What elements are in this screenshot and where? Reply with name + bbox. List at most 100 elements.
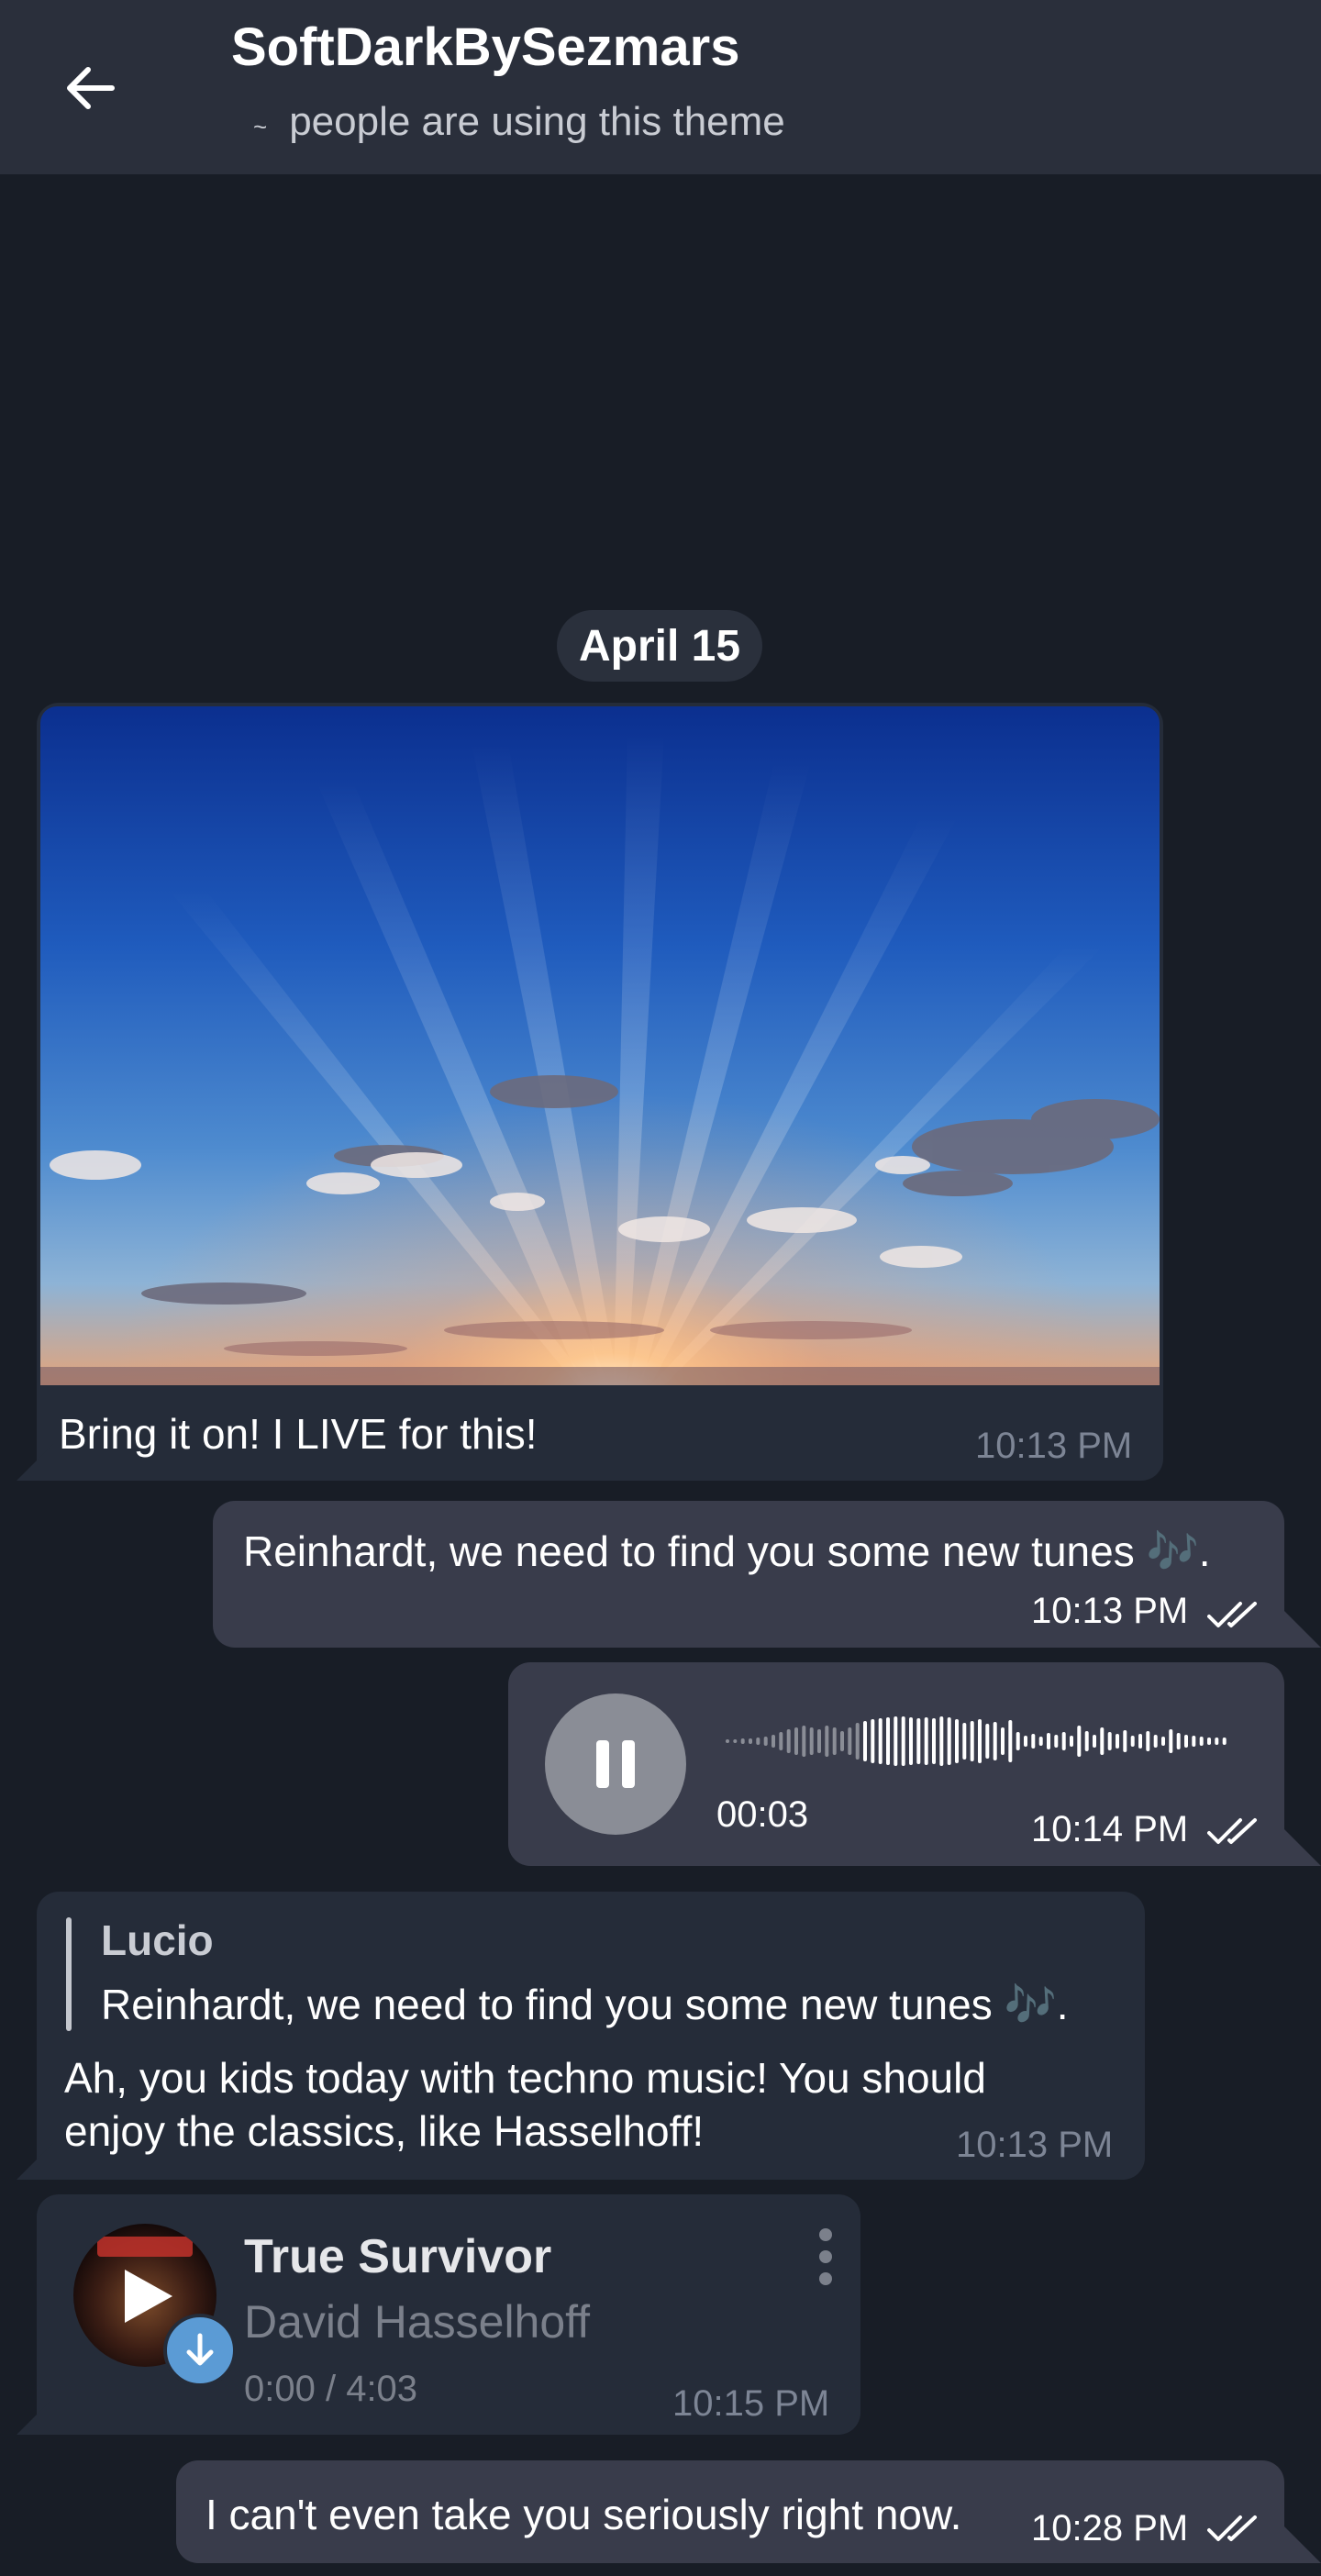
- waveform-bar: [871, 1719, 875, 1763]
- track-title: True Survivor: [244, 2230, 552, 2283]
- waveform-bar: [1016, 1732, 1020, 1750]
- message-text-line2: enjoy the classics, like Hasselhoff!: [64, 2107, 705, 2155]
- waveform-bar: [1084, 1731, 1089, 1751]
- waveform-bar: [840, 1731, 844, 1751]
- message-time: 10:13 PM: [975, 1426, 1133, 1466]
- waveform-bar: [1061, 1732, 1066, 1750]
- waveform-bar: [970, 1721, 974, 1761]
- download-icon: [186, 2333, 214, 2366]
- waveform-bar: [1222, 1738, 1227, 1745]
- waveform-bar: [1138, 1734, 1142, 1749]
- waveform-bar: [924, 1717, 928, 1765]
- waveform-bar: [779, 1732, 783, 1750]
- arrow-left-icon: [67, 67, 115, 109]
- message-time: 10:13 PM: [1031, 1591, 1189, 1631]
- back-button[interactable]: [44, 42, 136, 134]
- waveform-bar: [1207, 1738, 1211, 1745]
- reply-text[interactable]: Reinhardt, we need to find you some new …: [101, 1980, 1069, 2030]
- pause-button[interactable]: [545, 1693, 686, 1835]
- waveform-bar: [939, 1716, 944, 1766]
- waveform-bar: [1077, 1726, 1082, 1757]
- download-button[interactable]: [163, 2314, 237, 2387]
- pause-icon: [596, 1740, 635, 1788]
- bubble-tail: [1284, 1611, 1321, 1648]
- bubble-tail: [1284, 1829, 1321, 1866]
- waveform-bar: [1008, 1720, 1013, 1762]
- waveform-bar: [863, 1721, 867, 1761]
- waveform-bar: [809, 1727, 814, 1755]
- waveform-bar: [1169, 1729, 1173, 1753]
- waveform-bar: [756, 1738, 760, 1745]
- waveform-bar: [1161, 1737, 1165, 1746]
- voice-waveform[interactable]: [725, 1712, 1229, 1771]
- waveform-bar: [1024, 1736, 1027, 1747]
- waveform-bar: [1176, 1733, 1181, 1749]
- waveform-bar: [832, 1727, 837, 1755]
- waveform-bar: [802, 1726, 806, 1757]
- double-check-icon: [1207, 2515, 1257, 2541]
- message-text: Reinhardt, we need to find you some new …: [243, 1527, 1211, 1575]
- waveform-bar: [1031, 1734, 1036, 1749]
- waveform-bar: [1047, 1733, 1050, 1749]
- waveform-bar: [1107, 1732, 1112, 1750]
- track-artist: David Hasselhoff: [244, 2296, 591, 2348]
- waveform-bar: [1054, 1735, 1059, 1748]
- waveform-bar: [1215, 1738, 1219, 1745]
- waveform-bar: [947, 1717, 951, 1765]
- message-time: 10:15 PM: [672, 2383, 830, 2424]
- waveform-bar: [878, 1718, 883, 1764]
- message-time: 10:28 PM: [1031, 2508, 1189, 2548]
- chat-header: SoftDarkBySezmars ~ people are using this…: [0, 0, 1321, 174]
- reply-quote-bar: [66, 1917, 72, 2031]
- voice-duration: 00:03: [716, 1794, 809, 1835]
- reply-author[interactable]: Lucio: [101, 1915, 214, 1965]
- waveform-bar: [1001, 1727, 1005, 1755]
- waveform-bar: [726, 1739, 729, 1743]
- double-check-icon: [1207, 1602, 1257, 1627]
- waveform-bar: [848, 1727, 852, 1755]
- waveform-bar: [1100, 1727, 1105, 1755]
- waveform-bar: [985, 1724, 990, 1759]
- waveform-bar: [1116, 1734, 1119, 1749]
- waveform-bar: [993, 1722, 997, 1760]
- chat-subtitle: ~ people are using this theme: [253, 99, 785, 145]
- waveform-bar: [1192, 1736, 1196, 1747]
- subtitle-prefix: ~: [253, 113, 268, 140]
- message-text: I can't even take you seriously right no…: [205, 2491, 962, 2538]
- bubble-tail: [17, 2143, 53, 2180]
- waveform-bar: [825, 1726, 829, 1757]
- waveform-bar: [962, 1723, 967, 1760]
- waveform-bar: [794, 1727, 798, 1755]
- waveform-bar: [772, 1735, 775, 1748]
- waveform-bar: [1153, 1735, 1158, 1748]
- date-separator: April 15: [557, 610, 762, 682]
- waveform-bar: [1146, 1731, 1150, 1751]
- waveform-bar: [909, 1717, 913, 1765]
- bubble-tail: [17, 2398, 53, 2435]
- subtitle-text: people are using this theme: [289, 99, 785, 144]
- waveform-bar: [1038, 1737, 1043, 1746]
- waveform-bar: [817, 1729, 821, 1753]
- waveform-bar: [733, 1739, 738, 1743]
- waveform-bar: [1123, 1730, 1127, 1752]
- waveform-bar: [1199, 1737, 1204, 1746]
- waveform-bar: [901, 1716, 905, 1766]
- track-progress: 0:00 / 4:03: [244, 2369, 418, 2409]
- waveform-bar: [763, 1737, 768, 1746]
- waveform-bar: [749, 1738, 752, 1744]
- waveform-bar: [894, 1716, 898, 1766]
- play-icon: [125, 2270, 172, 2323]
- waveform-bar: [916, 1718, 921, 1764]
- waveform-bar: [955, 1719, 959, 1763]
- waveform-bar: [1130, 1736, 1135, 1747]
- sunset-photo[interactable]: [40, 706, 1160, 1385]
- bubble-tail: [17, 1444, 53, 1481]
- waveform-bar: [1070, 1736, 1073, 1747]
- waveform-bar: [932, 1718, 936, 1764]
- waveform-bar: [786, 1729, 791, 1753]
- waveform-bar: [1184, 1735, 1188, 1748]
- more-vertical-icon[interactable]: [811, 2227, 840, 2286]
- chat-title[interactable]: SoftDarkBySezmars: [231, 17, 739, 78]
- message-text-line1: Ah, you kids today with techno music! Yo…: [64, 2054, 986, 2102]
- waveform-bar: [978, 1719, 982, 1763]
